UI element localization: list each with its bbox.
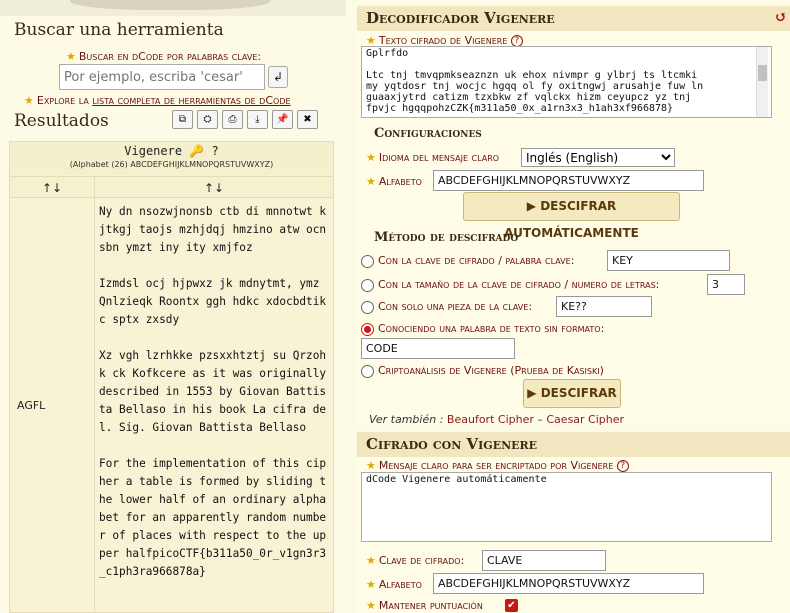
see-also: Ver también : Beaufort Cipher – Caesar C…: [369, 413, 625, 426]
copy-icon: ⧉: [178, 114, 187, 125]
star-icon: ★: [66, 50, 76, 63]
auto-decrypt-button[interactable]: ▶ DESCIFRAR AUTOMÁTICAMENTE: [463, 192, 680, 240]
top-decoration: [0, 0, 346, 16]
opt-length-label: Con la tamaño de la clave de cifrado / n…: [378, 278, 660, 291]
decoder-title: Decodificador Vigenere ↺: [357, 6, 790, 31]
star-icon: ★: [24, 94, 34, 107]
opt-piece-label: Con solo una pieza de la clave:: [378, 300, 533, 313]
encoder-title: Cifrado con Vigenere: [357, 432, 790, 457]
result-text-cell: Ny dn nsozwjnonsb ctb di mnnotwt kjtkgj …: [95, 199, 333, 613]
question-icon: ?: [211, 144, 219, 158]
language-label: ★ Idioma del mensaje claro: [366, 151, 500, 164]
alphabet-input[interactable]: [433, 170, 704, 191]
decoder-body: ★ Texto cifrado de Vigenere ? Gplrfdo Ltc…: [357, 31, 790, 426]
ciphertext-scrollbar[interactable]: [756, 47, 768, 117]
star-icon: ★: [366, 554, 376, 567]
config-title: Configuraciones: [374, 126, 482, 141]
method-title: Método de descifrado: [374, 230, 519, 245]
enc-alphabet-label: ★ Alfabeto: [366, 578, 422, 591]
result-alphabet: (Alphabet (26) ABCDEFGHIJKLMNOPQRSTUVWXY…: [69, 160, 274, 169]
sort-key-column[interactable]: ↑↓: [10, 177, 95, 199]
opt-plainword-label: Conociendo una palabra de texto sin form…: [378, 322, 605, 335]
enc-alphabet-input[interactable]: [433, 573, 704, 594]
radio-plainword[interactable]: [361, 323, 374, 336]
results-box: Vigenere 🔑 ? (Alphabet (26) ABCDEFGHIJKL…: [9, 141, 334, 613]
radio-key[interactable]: [361, 255, 374, 268]
pin-button[interactable]: 📌: [272, 110, 293, 129]
plainword-input[interactable]: [361, 338, 515, 359]
close-icon: ✖: [303, 114, 312, 125]
key-input[interactable]: [607, 250, 730, 271]
tools-list-link[interactable]: lista completa de herramientas de dCode: [92, 94, 290, 107]
check-icon: ✔: [507, 600, 516, 611]
enc-key-input[interactable]: [482, 550, 606, 571]
star-icon: ★: [366, 599, 376, 612]
alphabet-label: ★ Alfabeto: [366, 175, 422, 188]
plaintext-input[interactable]: dCode Vigenere automáticamente: [361, 472, 772, 542]
star-icon: ★: [366, 578, 376, 591]
play-icon: ▶: [527, 386, 537, 400]
results-toolbar: ⧉ ⛭ ⎙ ⤓ 📌 ✖: [172, 110, 322, 129]
length-input[interactable]: [707, 274, 745, 295]
star-icon: ★: [366, 459, 376, 472]
search-enter-button[interactable]: ↲: [268, 66, 288, 88]
print-icon: ⎙: [228, 114, 237, 125]
opt-kasiski-label: Criptoanálisis de Vigenere (Prueba de Ka…: [378, 364, 604, 377]
search-title: Buscar una herramienta: [14, 20, 224, 40]
enc-key-label: ★ Clave de cifrado:: [366, 554, 465, 567]
beaufort-link[interactable]: Beaufort Cipher: [447, 413, 534, 426]
piece-input[interactable]: [556, 296, 652, 317]
play-icon: ▶: [526, 199, 536, 213]
punct-checkbox[interactable]: ✔: [505, 599, 518, 612]
print-button[interactable]: ⎙: [222, 110, 243, 129]
radio-length[interactable]: [361, 279, 374, 292]
download-button[interactable]: ⤓: [247, 110, 268, 129]
result-method: Vigenere: [124, 144, 183, 158]
result-plaintext: Ny dn nsozwjnonsb ctb di mnnotwt kjtkgj …: [99, 205, 327, 578]
pin-icon: 📌: [276, 114, 289, 125]
punct-label: ★ Mantener puntuación: [366, 599, 483, 612]
decrypt-button[interactable]: ▶ DESCIFRAR: [523, 379, 621, 408]
refresh-icon[interactable]: ↺: [774, 8, 787, 26]
enter-icon: ↲: [272, 70, 284, 84]
star-icon: ★: [366, 175, 376, 188]
download-icon: ⤓: [255, 114, 260, 125]
ciphertext-input[interactable]: Gplrfdo Ltc tnj tmvqpmkseaznzn uk ehox n…: [361, 46, 772, 118]
results-title: Resultados: [14, 111, 109, 131]
share-button[interactable]: ⛭: [197, 110, 218, 129]
help-icon[interactable]: ?: [616, 460, 629, 472]
radio-kasiski[interactable]: [361, 365, 374, 378]
explore-line: ★ Explore la lista completa de herramient…: [24, 94, 291, 107]
key-icon: 🔑: [189, 144, 205, 158]
opt-key-label: Con la clave de cifrado / palabra clave:: [378, 254, 575, 267]
radio-piece[interactable]: [361, 301, 374, 314]
results-header: Vigenere 🔑 ? (Alphabet (26) ABCDEFGHIJKL…: [10, 142, 333, 175]
star-icon: ★: [366, 151, 376, 164]
search-label: ★ Buscar en dCode por palabras clave:: [66, 50, 262, 63]
right-panel: Decodificador Vigenere ↺ ★ Texto cifrado …: [357, 6, 790, 613]
left-panel: Buscar una herramienta ★ Buscar en dCode …: [0, 0, 346, 613]
result-key: AGFL: [17, 399, 46, 412]
results-column-header: ↑↓ ↑↓: [10, 176, 333, 199]
copy-button[interactable]: ⧉: [172, 110, 193, 129]
language-select[interactable]: Inglés (English): [521, 148, 675, 167]
close-button[interactable]: ✖: [297, 110, 318, 129]
sort-text-column[interactable]: ↑↓: [95, 177, 333, 199]
search-input[interactable]: [59, 64, 265, 90]
plaintext-label: ★ Mensaje claro para ser encriptado por V…: [366, 459, 629, 472]
result-key-cell: AGFL: [10, 199, 95, 613]
caesar-link[interactable]: Caesar Cipher: [546, 413, 624, 426]
share-icon: ⛭: [203, 114, 212, 125]
encoder-body: ★ Mensaje claro para ser encriptado por V…: [357, 457, 790, 613]
